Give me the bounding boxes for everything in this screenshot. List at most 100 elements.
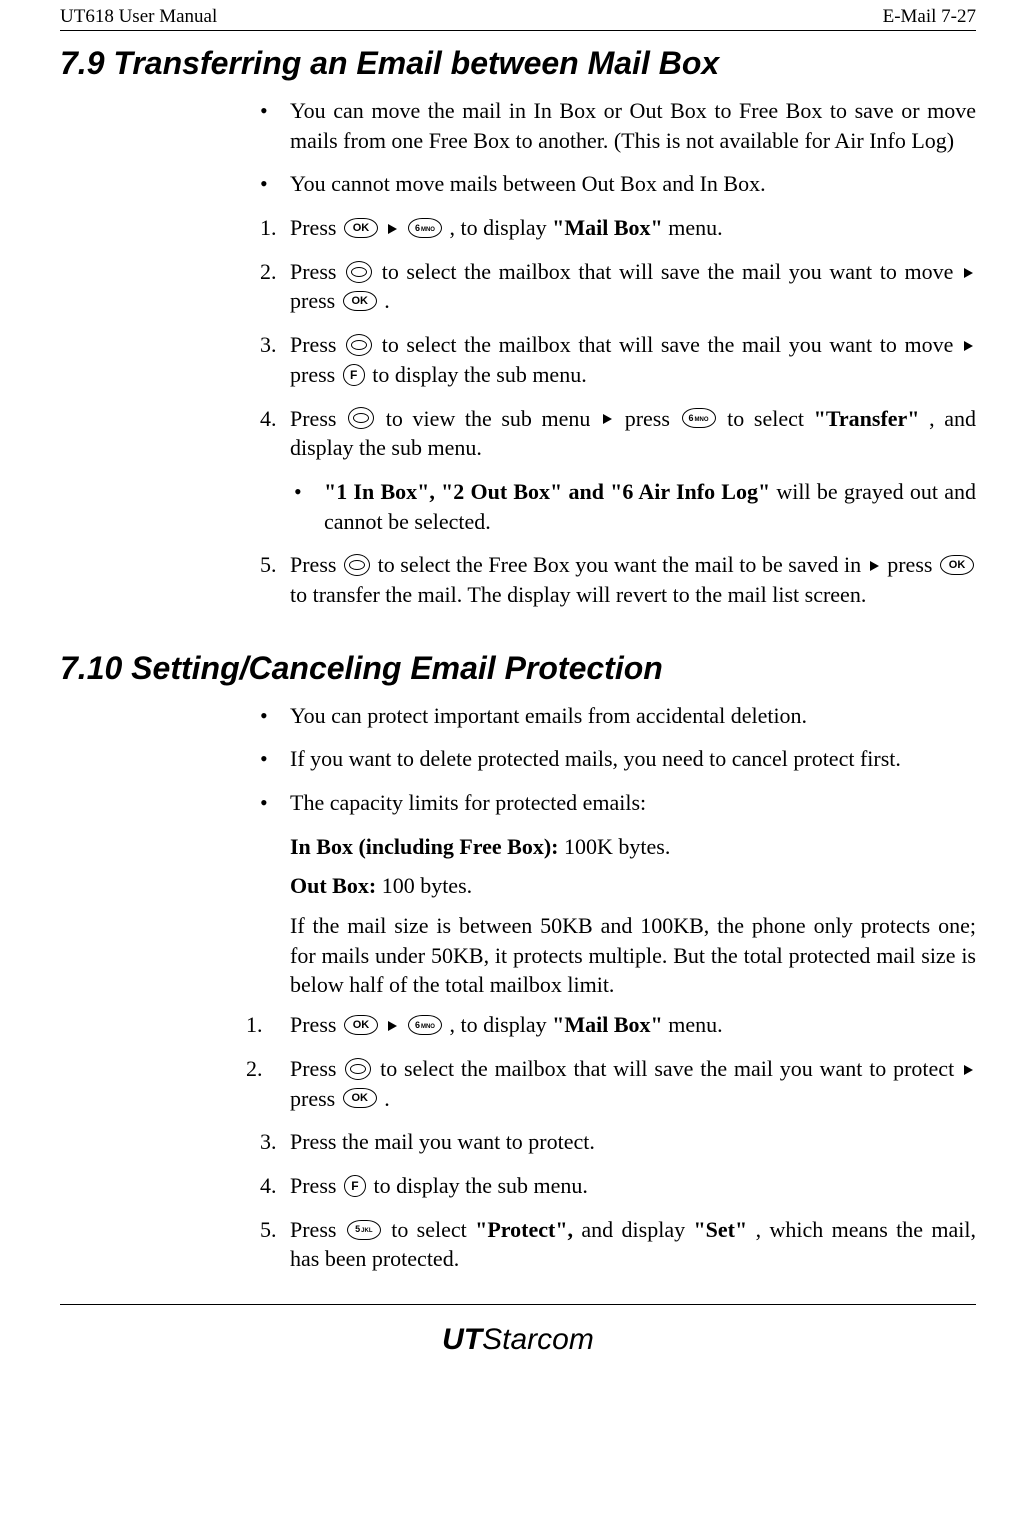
step-2: 2. Press to select the mailbox that will… <box>260 257 976 316</box>
key-label: 6MNO <box>415 1019 435 1031</box>
capacity-outbox: Out Box: 100 bytes. <box>290 871 976 901</box>
step-text: Press F to display the sub menu. <box>290 1171 976 1201</box>
key-label: OK <box>949 558 966 573</box>
text-fragment: press <box>625 406 680 431</box>
header-left: UT618 User Manual <box>60 6 217 28</box>
bullet-item: • The capacity limits for protected emai… <box>260 788 976 818</box>
bold-text: "Set" <box>693 1217 747 1242</box>
text-fragment: to view the sub menu <box>386 406 600 431</box>
step-2: 2. Press to select the mailbox that will… <box>246 1054 976 1113</box>
bullet-text: "1 In Box", "2 Out Box" and "6 Air Info … <box>324 477 976 536</box>
text-fragment: to display the sub menu. <box>373 1173 587 1198</box>
logo-ut: UT <box>442 1323 482 1356</box>
step-text: Press to select the mailbox that will sa… <box>290 257 976 316</box>
text-fragment: . <box>384 1086 390 1111</box>
bullet-item: • You can protect important emails from … <box>260 701 976 731</box>
nav-key-icon <box>346 261 372 283</box>
step-number: 1. <box>246 1010 290 1040</box>
bullet-marker: • <box>260 788 290 818</box>
section-7-9-title: 7.9 Transferring an Email between Mail B… <box>60 45 976 82</box>
bullet-text: You can move the mail in In Box or Out B… <box>290 96 976 155</box>
key-label: OK <box>353 1018 370 1033</box>
step-3: 3. Press to select the mailbox that will… <box>260 330 976 389</box>
text-fragment: Press <box>290 215 342 240</box>
arrow-right-icon <box>388 224 397 234</box>
key-sub: MNO <box>421 227 435 233</box>
header-right: E-Mail 7-27 <box>883 6 976 28</box>
text-fragment: press <box>290 362 341 387</box>
six-key-icon: 6MNO <box>408 218 442 238</box>
text-fragment: Press <box>290 332 344 357</box>
key-label: OK <box>353 221 370 236</box>
text-fragment: press <box>887 552 938 577</box>
step-5: 5. Press to select the Free Box you want… <box>260 550 976 609</box>
step-4: 4. Press to view the sub menu press 6MNO… <box>260 404 976 463</box>
ok-key-icon: OK <box>344 218 378 238</box>
text-fragment: to select the mailbox that will save the… <box>380 1056 961 1081</box>
text-fragment: . <box>384 288 390 313</box>
key-label: 6MNO <box>415 222 435 234</box>
key-label: 5JKL <box>355 1223 372 1235</box>
step-number: 2. <box>260 257 290 316</box>
text-fragment: press <box>290 1086 341 1111</box>
nav-key-icon <box>348 407 374 429</box>
text-fragment: menu. <box>668 215 722 240</box>
text-fragment: to transfer the mail. The display will r… <box>290 582 866 607</box>
step-text: Press to select the mailbox that will sa… <box>290 1054 976 1113</box>
step-text: Press to select the Free Box you want th… <box>290 550 976 609</box>
step-1: 1. Press OK 6MNO , to display "Mail Box"… <box>260 213 976 243</box>
text-fragment: to select the mailbox that will save the… <box>382 332 961 357</box>
footer-logo: UTStarcom <box>60 1323 976 1357</box>
bold-text: "Mail Box" <box>552 215 663 240</box>
ok-key-icon: OK <box>343 291 377 311</box>
nav-key-icon <box>344 554 370 576</box>
bullet-marker: • <box>294 477 324 536</box>
bold-text: "1 In Box", "2 Out Box" and "6 Air Info … <box>324 479 770 504</box>
text-fragment: Press <box>290 1217 345 1242</box>
ok-key-icon: OK <box>940 555 974 575</box>
bold-text: Out Box: <box>290 873 382 898</box>
f-key-icon: F <box>344 1175 366 1197</box>
step-number: 5. <box>260 550 290 609</box>
bullet-item: • You can move the mail in In Box or Out… <box>260 96 976 155</box>
step-5: 5. Press 5JKL to select "Protect", and d… <box>260 1215 976 1274</box>
bullet-marker: • <box>260 701 290 731</box>
step-text: Press to view the sub menu press 6MNO to… <box>290 404 976 463</box>
text-fragment: and display <box>581 1217 693 1242</box>
step-text: Press the mail you want to protect. <box>290 1127 976 1157</box>
capacity-inbox: In Box (including Free Box): 100K bytes. <box>290 832 976 862</box>
key-label: 6MNO <box>689 412 709 424</box>
bold-text: "Transfer" <box>814 406 920 431</box>
arrow-right-icon <box>870 561 879 571</box>
text-fragment: to select the Free Box you want the mail… <box>378 552 867 577</box>
arrow-right-icon <box>964 341 973 351</box>
bold-text: In Box (including Free Box): <box>290 834 564 859</box>
arrow-right-icon <box>388 1021 397 1031</box>
six-key-icon: 6MNO <box>682 408 716 428</box>
key-num: 6 <box>415 223 420 233</box>
step-text: Press to select the mailbox that will sa… <box>290 330 976 389</box>
logo-starcom: Starcom <box>482 1323 594 1356</box>
text-fragment: , to display <box>449 215 552 240</box>
nav-key-icon <box>345 1058 371 1080</box>
bullet-marker: • <box>260 744 290 774</box>
text-fragment: , to display <box>449 1012 552 1037</box>
text-fragment: Press <box>290 552 342 577</box>
bullet-item: • If you want to delete protected mails,… <box>260 744 976 774</box>
capacity-note: If the mail size is between 50KB and 100… <box>290 911 976 1000</box>
bullet-marker: • <box>260 169 290 199</box>
key-label: F <box>351 1178 358 1194</box>
footer-divider <box>60 1304 976 1305</box>
step-4-sub: • "1 In Box", "2 Out Box" and "6 Air Inf… <box>294 477 976 536</box>
ok-key-icon: OK <box>343 1088 377 1108</box>
f-key-icon: F <box>343 364 365 386</box>
key-num: 6 <box>415 1020 420 1030</box>
text-fragment: menu. <box>668 1012 722 1037</box>
bullet-text: You can protect important emails from ac… <box>290 701 976 731</box>
six-key-icon: 6MNO <box>408 1015 442 1035</box>
step-number: 4. <box>260 404 290 463</box>
step-number: 4. <box>260 1171 290 1201</box>
text-fragment: Press <box>290 1173 342 1198</box>
text-fragment: Press <box>290 406 346 431</box>
text-fragment: 100 bytes. <box>382 873 472 898</box>
